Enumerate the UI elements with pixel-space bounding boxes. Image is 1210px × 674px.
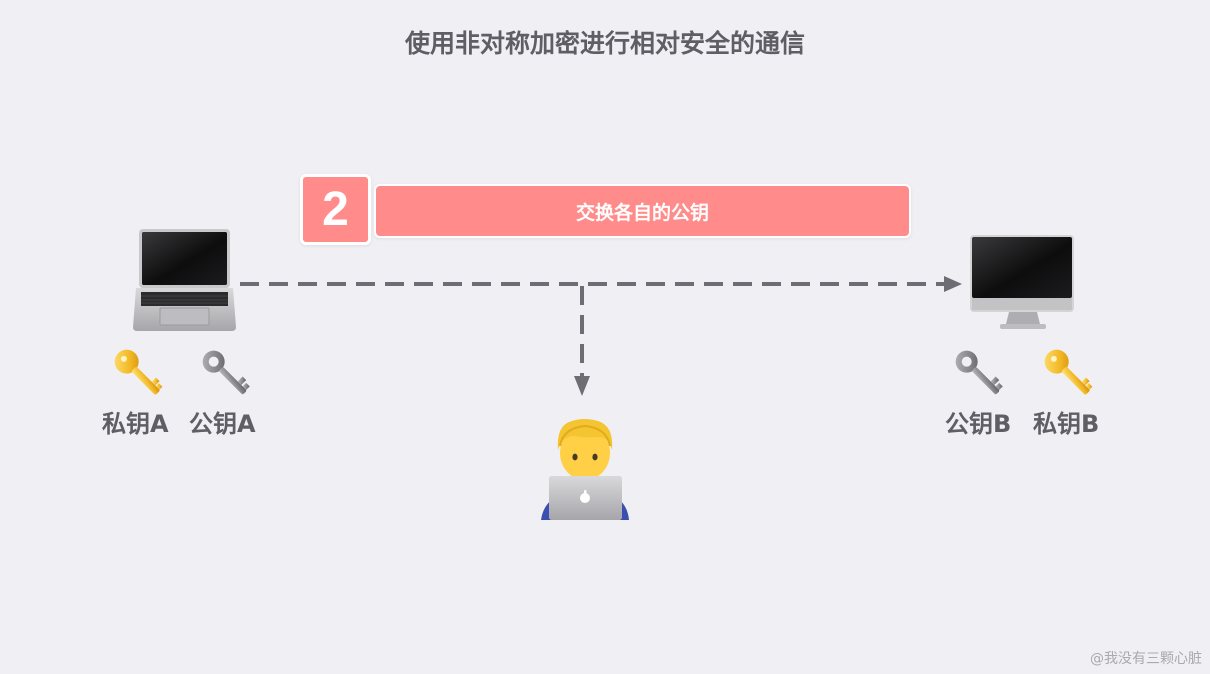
laptop-icon <box>133 229 236 331</box>
private-key-a-icon <box>114 349 163 395</box>
eavesdropper-icon <box>541 419 629 520</box>
desktop-icon <box>970 235 1074 329</box>
watermark: @我没有三颗心脏 <box>1090 651 1202 667</box>
private-key-b-icon <box>1044 349 1093 395</box>
public-key-b-label: 公钥B <box>945 410 1012 438</box>
public-key-b-icon <box>955 350 1003 395</box>
horizontal-dashed-arrow <box>240 276 962 292</box>
public-key-a-icon <box>202 350 250 395</box>
private-key-a-label: 私钥A <box>102 410 169 438</box>
public-key-a-label: 公钥A <box>189 410 256 438</box>
private-key-b-label: 私钥B <box>1033 410 1100 438</box>
diagram-canvas <box>114 229 1093 520</box>
vertical-dashed-arrow <box>574 286 590 396</box>
